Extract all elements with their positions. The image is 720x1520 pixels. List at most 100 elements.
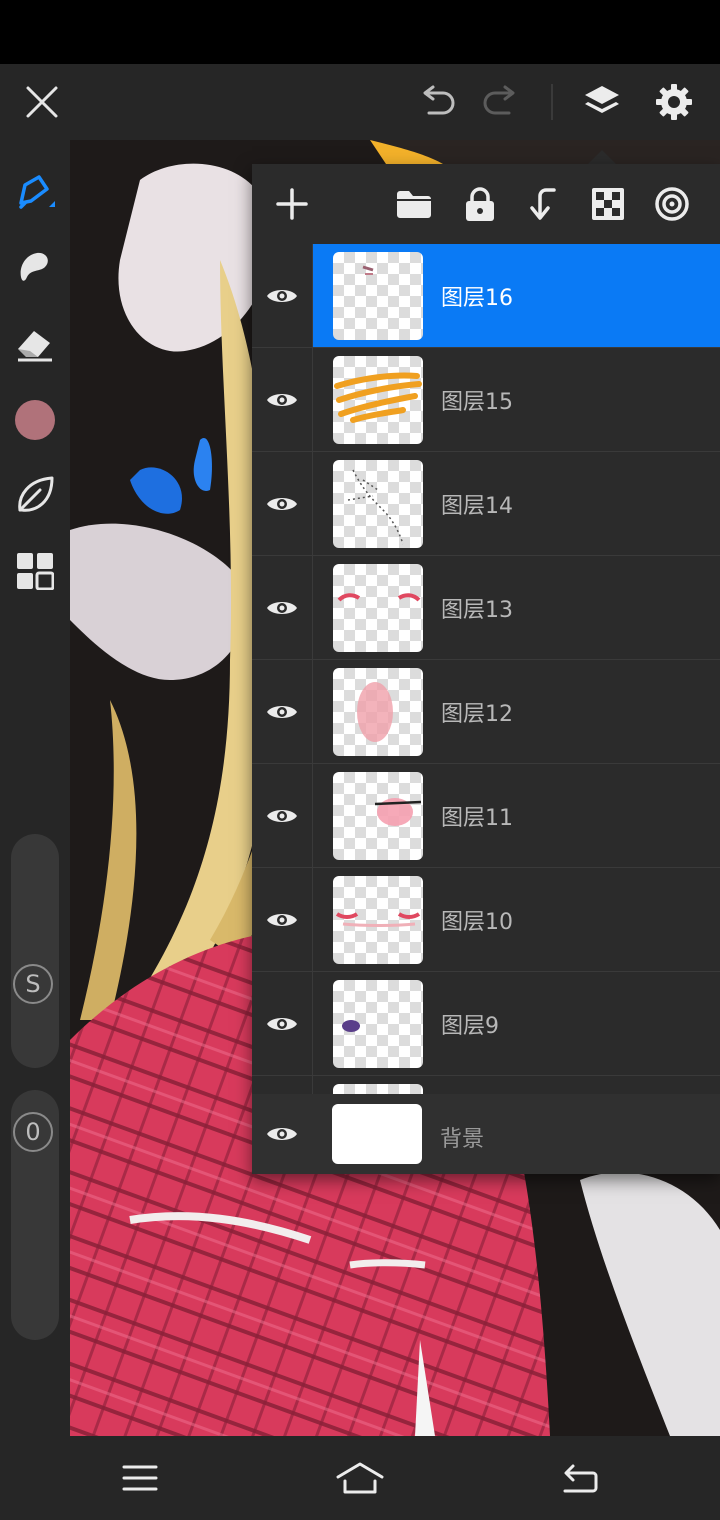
close-button[interactable] [18, 78, 66, 126]
visibility-toggle[interactable] [252, 556, 312, 659]
visibility-toggle[interactable] [252, 972, 312, 1075]
folder-icon [397, 191, 431, 218]
transparency-icon [592, 188, 624, 220]
layer-row-body[interactable]: 图层14 [312, 452, 720, 555]
toolbar-divider [551, 84, 553, 120]
redo-icon [483, 85, 515, 115]
layer-row-11[interactable]: 图层11 [252, 764, 720, 868]
layer-row-body[interactable]: 图层10 [312, 868, 720, 971]
layers-button[interactable] [578, 78, 626, 126]
visibility-toggle[interactable] [252, 868, 312, 971]
undo-button[interactable] [413, 78, 461, 126]
gallery-tool[interactable] [10, 546, 60, 596]
layer-row-12[interactable]: 图层12 [252, 660, 720, 764]
layer-row-body[interactable]: 图层16 [312, 244, 720, 347]
layer-name: 图层12 [441, 702, 513, 727]
layer-row-partial[interactable] [252, 1076, 720, 1094]
grid-icon [17, 553, 54, 590]
menu-icon [122, 1465, 158, 1491]
lock-icon [466, 187, 494, 221]
visibility-toggle[interactable] [252, 660, 312, 763]
layer-name: 图层13 [441, 598, 513, 623]
layer-name: 图层11 [441, 806, 513, 831]
status-bar [0, 0, 720, 64]
layer-thumbnail [333, 356, 423, 444]
smudge-tool[interactable] [10, 242, 60, 292]
top-toolbar [0, 64, 720, 140]
opacity-slider-badge: 0 [13, 1112, 53, 1152]
visibility-toggle[interactable] [252, 1094, 312, 1174]
layer-row-body[interactable]: 图层13 [312, 556, 720, 659]
lock-layer-button[interactable] [458, 182, 502, 226]
menu-button[interactable] [112, 1454, 168, 1502]
leaf-tool[interactable] [10, 470, 60, 520]
layer-row-14[interactable]: 图层14 [252, 452, 720, 556]
redo-button[interactable] [477, 78, 525, 126]
layer-row-body[interactable]: 图层11 [312, 764, 720, 867]
smudge-icon [20, 252, 48, 281]
layer-row-body[interactable]: 图层15 [312, 348, 720, 451]
layer-thumbnail [333, 252, 423, 340]
eye-icon [267, 497, 297, 510]
layer-name: 图层10 [441, 910, 513, 935]
panel-pointer [588, 150, 616, 164]
layer-name: 图层14 [441, 494, 513, 519]
visibility-toggle[interactable] [252, 244, 312, 347]
settings-button[interactable] [650, 78, 698, 126]
back-button[interactable] [552, 1454, 608, 1502]
layer-row-16[interactable]: 图层16 [252, 244, 720, 348]
folder-button[interactable] [392, 182, 436, 226]
system-navigation-bar [0, 1436, 720, 1520]
layer-thumbnail [333, 668, 423, 756]
background-layer-name: 背景 [440, 1127, 485, 1152]
transparency-lock-button[interactable] [586, 182, 630, 226]
merge-down-button[interactable] [522, 182, 566, 226]
eye-icon [267, 289, 297, 302]
background-thumbnail [332, 1104, 422, 1164]
layer-thumbnail [333, 980, 423, 1068]
eye-icon [267, 393, 297, 406]
leaf-icon [18, 476, 54, 512]
layer-thumbnail [333, 460, 423, 548]
home-button[interactable] [332, 1454, 388, 1502]
opacity-slider[interactable]: 0 [11, 1090, 59, 1340]
layer-panel: 图层16 图层15 图层14 图层13 图层12 图层11 图层10 图层9 背… [252, 164, 720, 1174]
layer-row-body[interactable]: 图层12 [312, 660, 720, 763]
undo-icon [423, 85, 455, 115]
layer-row-13[interactable]: 图层13 [252, 556, 720, 660]
visibility-toggle[interactable] [252, 348, 312, 451]
layer-row-9[interactable]: 图层9 [252, 972, 720, 1076]
layers-icon [585, 86, 619, 113]
layer-row-body[interactable] [312, 1076, 720, 1094]
visibility-toggle[interactable] [252, 452, 312, 555]
layer-thumbnail [333, 1084, 423, 1094]
color-swatch[interactable] [10, 395, 60, 445]
gear-icon [656, 84, 692, 120]
layer-row-body[interactable]: 图层9 [312, 972, 720, 1075]
layer-thumbnail [333, 772, 423, 860]
reference-layer-button[interactable] [650, 182, 694, 226]
layer-row-15[interactable]: 图层15 [252, 348, 720, 452]
eraser-icon [18, 331, 52, 362]
visibility-toggle[interactable] [252, 764, 312, 867]
layer-panel-toolbar [252, 164, 720, 244]
eraser-tool[interactable] [10, 318, 60, 368]
size-slider-badge: S [13, 964, 53, 1004]
layer-thumbnail [333, 564, 423, 652]
size-slider[interactable]: S [11, 834, 59, 1068]
layer-row-10[interactable]: 图层10 [252, 868, 720, 972]
brush-tool[interactable] [10, 166, 60, 216]
tool-sidebar: S 0 [0, 140, 70, 1436]
current-color [15, 400, 55, 440]
eye-icon [267, 809, 297, 822]
layer-list[interactable]: 图层16 图层15 图层14 图层13 图层12 图层11 图层10 图层9 [252, 244, 720, 1094]
layer-name: 图层15 [441, 390, 513, 415]
layer-name: 图层16 [441, 286, 513, 311]
add-icon [276, 188, 308, 220]
add-layer-button[interactable] [270, 182, 314, 226]
background-layer-row[interactable]: 背景 [252, 1094, 720, 1174]
back-icon [563, 1464, 598, 1493]
eye-icon [267, 1017, 297, 1030]
close-icon [26, 86, 58, 118]
home-icon [336, 1462, 384, 1494]
